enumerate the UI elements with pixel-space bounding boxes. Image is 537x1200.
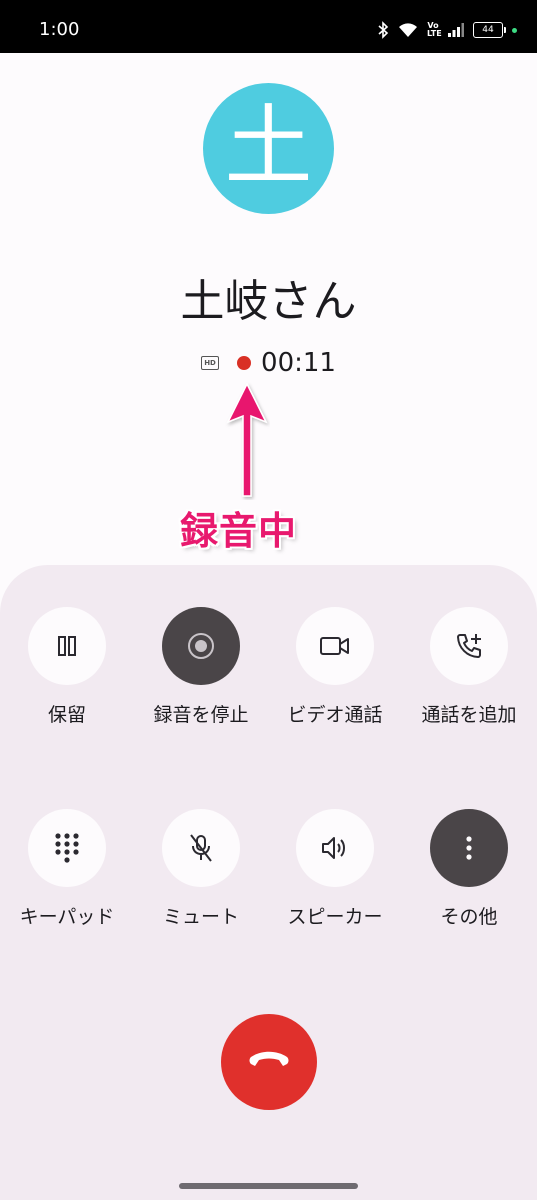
caller-avatar: 土 [203, 83, 334, 214]
stop-recording-label: 録音を停止 [153, 704, 249, 726]
speaker-control[interactable]: スピーカー [268, 809, 402, 929]
pause-icon [55, 634, 79, 658]
more-button[interactable] [430, 809, 508, 887]
keypad-button[interactable] [28, 809, 106, 887]
video-call-control[interactable]: ビデオ通話 [268, 607, 402, 727]
speaker-icon [320, 835, 350, 861]
more-label: その他 [440, 906, 498, 928]
speaker-button[interactable] [296, 809, 374, 887]
record-icon [186, 631, 216, 661]
status-bar: 1:00 Vo LTE 44 [0, 0, 537, 53]
keypad-label: キーパッド [19, 906, 115, 928]
wifi-icon [398, 22, 418, 38]
more-control[interactable]: その他 [402, 809, 536, 929]
call-timer: 00:11 [261, 348, 336, 378]
status-icons: Vo LTE 44 [377, 17, 517, 43]
privacy-indicator [512, 27, 517, 33]
hd-icon: HD [201, 356, 220, 370]
video-icon [319, 634, 351, 658]
battery-icon: 44 [473, 22, 506, 38]
mute-label: ミュート [162, 906, 239, 928]
end-call-icon [247, 1050, 291, 1074]
keypad-icon [54, 832, 80, 864]
mute-button[interactable] [162, 809, 240, 887]
hold-label: 保留 [47, 704, 86, 726]
home-indicator[interactable] [179, 1183, 358, 1189]
signal-icon [448, 23, 464, 37]
bluetooth-icon [377, 21, 389, 39]
add-call-button[interactable] [430, 607, 508, 685]
stop-recording-button[interactable] [162, 607, 240, 685]
video-call-button[interactable] [296, 607, 374, 685]
volte-icon: Vo LTE [427, 21, 442, 38]
caller-name: 土岐さん [180, 276, 357, 327]
avatar-initial: 土 [224, 94, 313, 198]
end-call-button[interactable] [221, 1014, 317, 1110]
annotation-arrow-icon [224, 382, 270, 504]
mute-control[interactable]: ミュート [134, 809, 268, 929]
video-call-label: ビデオ通話 [287, 704, 383, 726]
status-time: 1:00 [39, 19, 80, 40]
hold-button[interactable] [28, 607, 106, 685]
mic-off-icon [187, 833, 215, 863]
hold-control[interactable]: 保留 [0, 607, 134, 727]
speaker-label: スピーカー [287, 906, 383, 928]
add-call-control[interactable]: 通話を追加 [402, 607, 536, 727]
more-vert-icon [465, 835, 473, 861]
keypad-control[interactable]: キーパッド [0, 809, 134, 929]
annotation-recording-label: 録音中 [180, 509, 298, 553]
add-call-icon [454, 631, 484, 661]
stop-recording-control[interactable]: 録音を停止 [134, 607, 268, 727]
recording-dot-icon [237, 356, 252, 370]
add-call-label: 通話を追加 [421, 704, 517, 726]
call-info: HD 00:11 [0, 346, 537, 380]
